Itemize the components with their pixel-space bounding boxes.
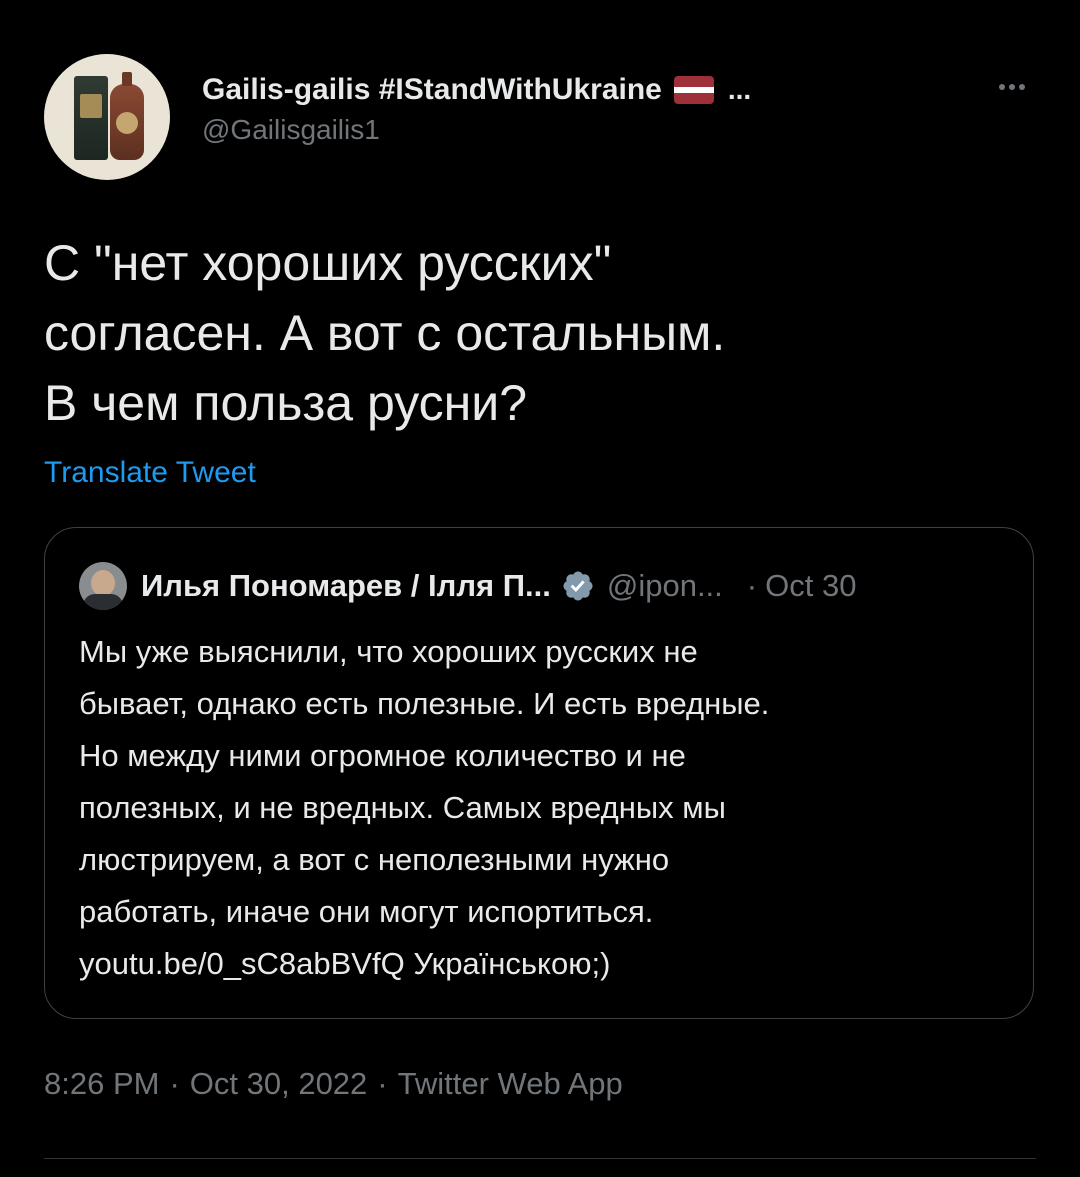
- author-names: Gailis-gailis #IStandWithUkraine ... @Ga…: [202, 70, 751, 146]
- quoted-tweet-header: Илья Пономарев / Ілля П... @ipon... · Oc…: [79, 562, 856, 610]
- display-name-row: Gailis-gailis #IStandWithUkraine ...: [202, 70, 751, 110]
- tweet-time[interactable]: 8:26 PM: [44, 1066, 159, 1101]
- divider: [44, 1158, 1036, 1159]
- tweet-meta: 8:26 PM · Oct 30, 2022 · Twitter Web App: [44, 1066, 623, 1102]
- tweet-text: С "нет хороших русских" согласен. А вот …: [44, 235, 726, 431]
- author-avatar[interactable]: [44, 54, 170, 180]
- tweet-source[interactable]: Twitter Web App: [398, 1066, 623, 1101]
- name-ellipsis: ...: [727, 74, 752, 105]
- avatar-gift-box: [74, 76, 108, 160]
- quoted-tweet-text: Мы уже выяснили, что хороших русских не …: [79, 634, 770, 981]
- more-button[interactable]: [992, 72, 1032, 102]
- tweet-header: Gailis-gailis #IStandWithUkraine ... @Ga…: [44, 54, 1036, 180]
- author-display-name[interactable]: Gailis-gailis #IStandWithUkraine: [202, 73, 662, 107]
- verified-badge-icon: [563, 571, 593, 601]
- quoted-author-avatar[interactable]: [79, 562, 127, 610]
- quoted-author-handle[interactable]: @ipon...: [607, 568, 723, 604]
- more-horizontal-icon: [999, 84, 1005, 90]
- meta-separator: ·: [377, 1066, 388, 1101]
- translate-tweet-link[interactable]: Translate Tweet: [44, 456, 256, 490]
- quoted-author-name[interactable]: Илья Пономарев / Ілля П...: [141, 568, 551, 604]
- meta-separator: ·: [169, 1066, 180, 1101]
- quoted-tweet-card[interactable]: Илья Пономарев / Ілля П... @ipon... · Oc…: [44, 527, 1034, 1019]
- author-handle[interactable]: @Gailisgailis1: [202, 114, 751, 146]
- avatar-jug: [110, 72, 144, 160]
- quoted-separator: ·: [746, 568, 758, 603]
- tweet-date[interactable]: Oct 30, 2022: [190, 1066, 368, 1101]
- latvia-flag-icon: [673, 76, 714, 104]
- quoted-date[interactable]: Oct 30: [765, 568, 856, 604]
